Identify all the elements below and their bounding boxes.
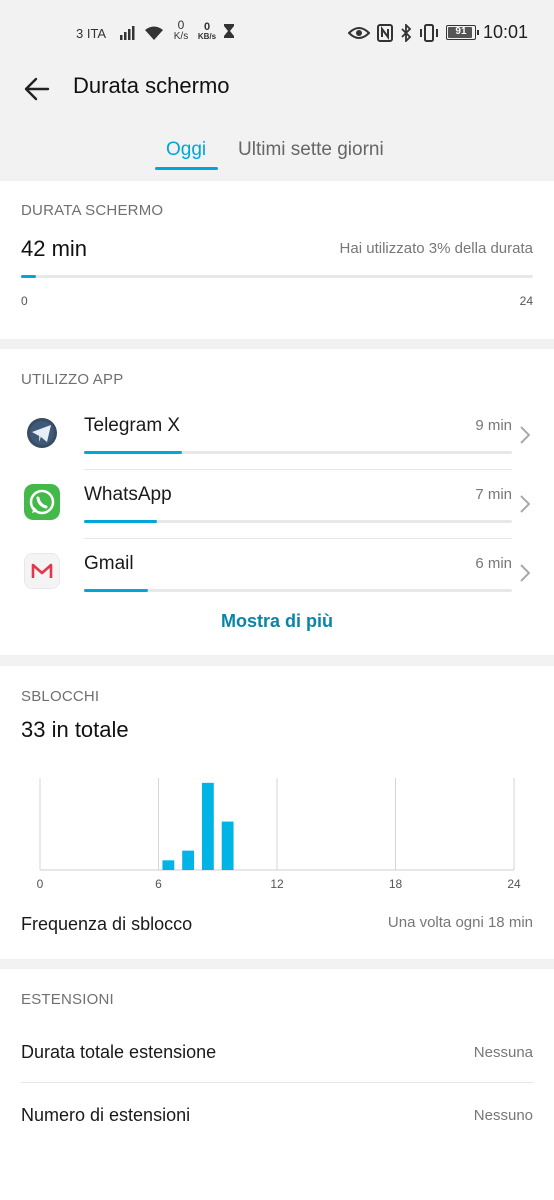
tab-indicator (155, 167, 218, 170)
app-time: 7 min (475, 486, 512, 503)
app-usage-bar-fill (84, 589, 149, 592)
tab-bar: Oggi Ultimi sette giorni (0, 136, 554, 172)
signal-icon (120, 26, 135, 40)
page-title: Durata schermo (73, 73, 230, 98)
net-speed-unit: K/s (173, 31, 189, 42)
unlock-frequency-value: Una volta ogni 18 min (387, 914, 533, 931)
app-row-telegram-x[interactable]: Telegram X 9 min (0, 403, 554, 472)
show-more-button[interactable]: Mostra di più (0, 611, 554, 632)
status-right: 91 10:01 (347, 22, 528, 43)
divider (84, 469, 512, 470)
carrier-label: 3 ITA (76, 26, 107, 41)
wifi-icon (145, 26, 163, 40)
extensions-card: ESTENSIONI Durata totale estensione Ness… (0, 969, 554, 1200)
unlocks-heading: SBLOCCHI (21, 688, 100, 705)
chevron-right-icon (520, 495, 530, 513)
app-usage-heading: UTILIZZO APP (21, 371, 124, 388)
app-name: WhatsApp (84, 484, 172, 505)
chart-tick-label: 12 (270, 877, 284, 891)
battery-icon: 91 (445, 25, 479, 40)
eye-icon (347, 26, 370, 39)
chart-bar (221, 821, 234, 870)
extension-count-value: Nessuno (473, 1107, 533, 1124)
battery-level: 91 (455, 26, 467, 37)
app-time: 9 min (475, 417, 512, 434)
app-usage-bar (84, 520, 512, 523)
screen-time-axis-max: 24 (519, 294, 533, 308)
net-speed-value: 0 (177, 18, 185, 32)
chart-bar (201, 782, 214, 870)
nfc-icon (376, 23, 393, 42)
chart-bar (182, 850, 195, 870)
net-speed-indicator: 0 K/s (170, 18, 192, 42)
data-speed-indicator: 0 KB/s (197, 21, 217, 42)
screen-time-heading: DURATA SCHERMO (21, 202, 164, 219)
data-speed-unit: KB/s (197, 32, 217, 41)
app-usage-bar-fill (84, 520, 157, 523)
app-usage-card: UTILIZZO APP Telegram X 9 min WhatsApp 7… (0, 349, 554, 655)
extension-count-label: Numero di estensioni (21, 1105, 191, 1125)
data-speed-value: 0 (203, 21, 211, 33)
tab-today[interactable]: Oggi (166, 139, 206, 161)
clock: 10:01 (482, 22, 528, 42)
chart-bar (162, 860, 175, 870)
screen-time-progress-fill (21, 275, 37, 278)
app-name: Gmail (84, 553, 134, 574)
divider (84, 538, 512, 539)
extension-total-duration-value: Nessuna (473, 1044, 533, 1061)
screen-time-usage-text: Hai utilizzato 3% della durata (339, 240, 533, 257)
app-row-whatsapp[interactable]: WhatsApp 7 min (0, 472, 554, 541)
telegram-icon (27, 418, 57, 448)
screen-time-progress (21, 275, 533, 278)
screen-time-card: DURATA SCHERMO 42 min Hai utilizzato 3% … (0, 181, 554, 339)
app-bar: Durata schermo (0, 68, 554, 108)
app-time: 6 min (475, 555, 512, 572)
chevron-right-icon (520, 564, 530, 582)
unlock-frequency-label: Frequenza di sblocco (21, 914, 193, 934)
status-bar: 3 ITA 0 K/s 0 KB/s 91 10:01 (0, 0, 554, 68)
unlocks-total: 33 in totale (21, 717, 129, 742)
chart-tick-label: 6 (155, 877, 162, 891)
vibrate-icon (419, 23, 438, 42)
app-name: Telegram X (84, 415, 181, 436)
chart-tick-label: 0 (37, 877, 44, 891)
screen-time-total: 42 min (21, 236, 88, 261)
extensions-heading: ESTENSIONI (21, 991, 114, 1008)
whatsapp-icon (24, 484, 60, 520)
unlocks-chart: 0 6 12 18 24 (37, 778, 521, 891)
app-usage-bar (84, 589, 512, 592)
app-usage-bar (84, 451, 512, 454)
divider (21, 1082, 533, 1083)
chart-tick-label: 18 (389, 877, 403, 891)
app-usage-bar-fill (84, 451, 183, 454)
chart-tick-label: 24 (507, 877, 521, 891)
hourglass-icon (224, 24, 234, 38)
app-row-gmail[interactable]: Gmail 6 min (0, 541, 554, 610)
unlocks-card: SBLOCCHI 33 in totale 0 6 12 18 24 Frequenza… (0, 666, 554, 959)
gmail-icon (24, 553, 60, 589)
bluetooth-icon (401, 23, 412, 42)
chevron-right-icon (520, 426, 530, 444)
back-arrow-icon[interactable] (22, 74, 52, 104)
tab-last-seven-days[interactable]: Ultimi sette giorni (238, 139, 384, 161)
extension-total-duration-label: Durata totale estensione (21, 1042, 217, 1062)
screen-time-axis-min: 0 (21, 294, 28, 308)
